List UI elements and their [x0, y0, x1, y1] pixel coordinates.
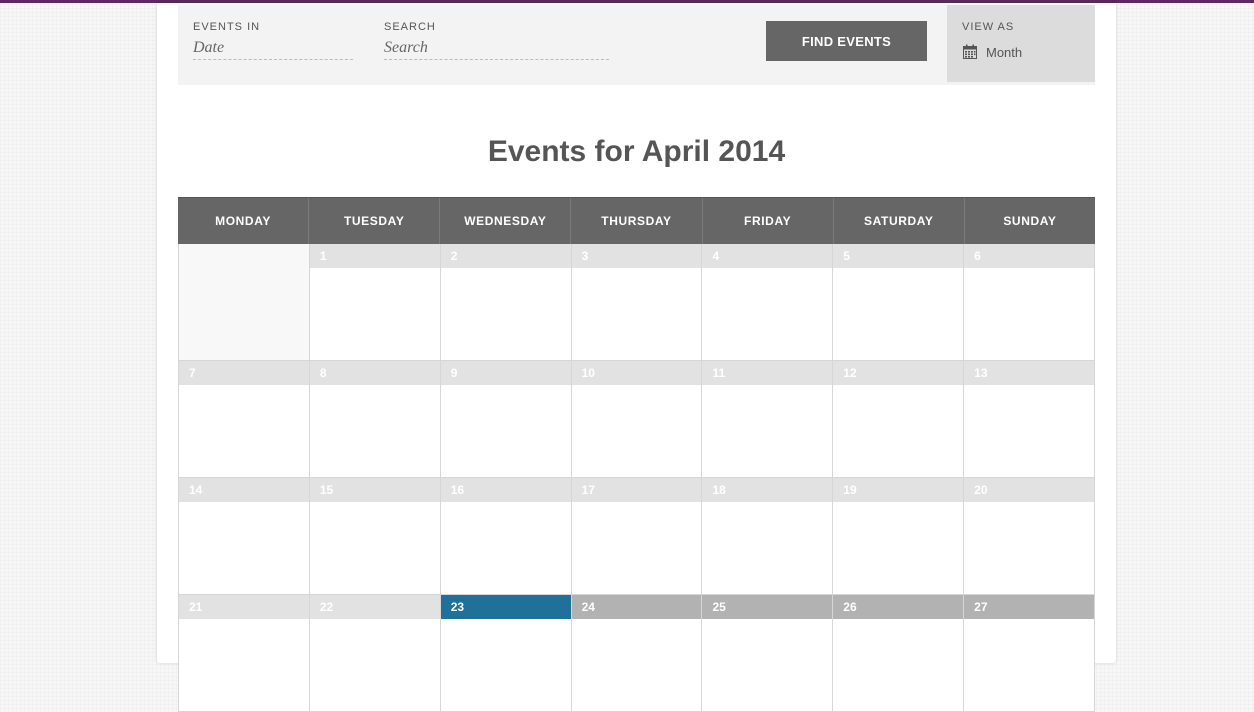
day-number: 11 — [702, 361, 833, 385]
page-title: Events for April 2014 — [487, 135, 786, 168]
find-events-button[interactable]: FIND EVENTS — [766, 21, 927, 61]
calendar-day[interactable]: 6 — [963, 244, 1096, 361]
calendar-day[interactable]: 9 — [439, 361, 571, 478]
date-input[interactable] — [193, 37, 353, 60]
events-calendar-panel: EVENTS IN SEARCH FIND EVENTS VIEW AS — [157, 3, 1116, 712]
calendar-day[interactable]: 20 — [963, 478, 1096, 595]
calendar-day[interactable]: 4 — [701, 244, 833, 361]
view-as-panel: VIEW AS Month — [947, 5, 1095, 82]
calendar-day[interactable]: 2 — [439, 244, 571, 361]
weekday-header-row: MONDAY TUESDAY WEDNESDAY THURSDAY FRIDAY… — [178, 197, 1095, 244]
day-number: 8 — [309, 361, 440, 385]
day-number: 22 — [309, 595, 440, 619]
calendar-day[interactable]: 22 — [308, 595, 440, 712]
day-number: 6 — [964, 244, 1095, 268]
weekday-monday: MONDAY — [215, 214, 271, 228]
calendar-day[interactable]: 26 — [832, 595, 964, 712]
calendar-day[interactable]: 12 — [832, 361, 964, 478]
calendar-day[interactable]: 3 — [570, 244, 702, 361]
calendar-day[interactable]: 27 — [963, 595, 1096, 712]
events-in-label: EVENTS IN — [193, 21, 261, 33]
day-number: 4 — [702, 244, 833, 268]
day-number: 24 — [571, 595, 702, 619]
day-number: 9 — [440, 361, 571, 385]
view-select[interactable]: Month — [962, 42, 1022, 62]
day-number: 23 — [440, 595, 571, 619]
day-number: 18 — [702, 478, 833, 502]
calendar-day[interactable]: 25 — [701, 595, 833, 712]
day-number: 13 — [964, 361, 1095, 385]
calendar-day[interactable]: 1 — [308, 244, 440, 361]
day-number: 2 — [440, 244, 571, 268]
calendar-day[interactable]: 14 — [178, 478, 309, 595]
calendar-day-empty — [178, 244, 309, 361]
day-number: 14 — [179, 478, 309, 502]
day-number: 3 — [571, 244, 702, 268]
calendar-week-3: 14 15 16 17 18 19 20 — [178, 478, 1096, 595]
weekday-wednesday: WEDNESDAY — [439, 198, 570, 244]
calendar-week-4: 21 22 23 24 25 26 27 — [178, 595, 1096, 712]
event-filter-bar: EVENTS IN SEARCH FIND EVENTS VIEW AS — [178, 5, 1095, 85]
day-number: 7 — [179, 361, 309, 385]
view-as-label: VIEW AS — [962, 21, 1015, 33]
calendar-day[interactable]: 10 — [570, 361, 702, 478]
calendar-week-1: 1 2 3 4 5 6 — [178, 244, 1096, 361]
calendar-day[interactable]: 8 — [308, 361, 440, 478]
calendar-day-today[interactable]: 23 — [439, 595, 571, 712]
search-label: SEARCH — [384, 21, 436, 33]
calendar-day[interactable]: 21 — [178, 595, 309, 712]
calendar-day[interactable]: 5 — [832, 244, 964, 361]
month-calendar: MONDAY TUESDAY WEDNESDAY THURSDAY FRIDAY… — [178, 197, 1096, 712]
calendar-day[interactable]: 16 — [439, 478, 571, 595]
day-number: 1 — [309, 244, 440, 268]
day-number: 12 — [833, 361, 964, 385]
day-number: 27 — [964, 595, 1095, 619]
day-number: 20 — [964, 478, 1095, 502]
calendar-week-2: 7 8 9 10 11 12 13 — [178, 361, 1096, 478]
calendar-day[interactable]: 24 — [570, 595, 702, 712]
weekday-thursday: THURSDAY — [570, 198, 701, 244]
day-number: 21 — [179, 595, 309, 619]
search-input[interactable] — [384, 37, 609, 60]
day-number: 5 — [833, 244, 964, 268]
calendar-day[interactable]: 7 — [178, 361, 309, 478]
day-number: 16 — [440, 478, 571, 502]
day-number: 26 — [833, 595, 964, 619]
calendar-day[interactable]: 15 — [308, 478, 440, 595]
day-number: 17 — [571, 478, 702, 502]
view-select-value: Month — [986, 44, 1023, 60]
calendar-day[interactable]: 19 — [832, 478, 964, 595]
calendar-icon — [962, 44, 978, 60]
day-number: 10 — [571, 361, 702, 385]
calendar-day[interactable]: 17 — [570, 478, 702, 595]
weekday-friday: FRIDAY — [701, 198, 833, 244]
weekday-sunday: SUNDAY — [963, 198, 1095, 244]
calendar-day[interactable]: 13 — [963, 361, 1096, 478]
day-number: 19 — [833, 478, 964, 502]
weekday-tuesday: TUESDAY — [308, 198, 439, 244]
day-number: 25 — [702, 595, 833, 619]
weekday-saturday: SATURDAY — [832, 198, 964, 244]
day-number: 15 — [309, 478, 440, 502]
calendar-day[interactable]: 11 — [701, 361, 833, 478]
calendar-day[interactable]: 18 — [701, 478, 833, 595]
